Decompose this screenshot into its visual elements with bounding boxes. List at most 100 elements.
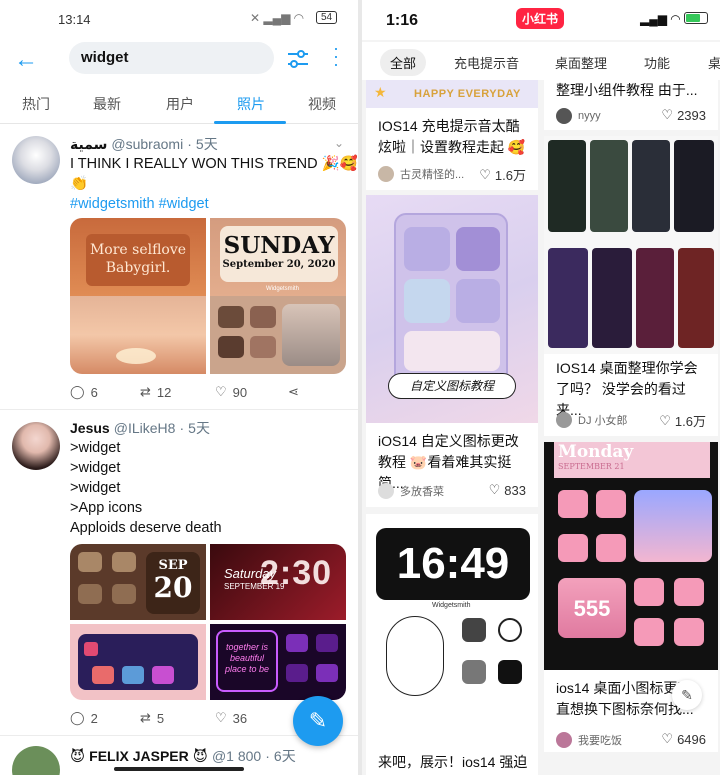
devil-emoji-icon: 😈: [70, 749, 86, 765]
note-title: 整理小组件教程 由于...: [556, 82, 698, 98]
tweet-media-grid[interactable]: SEP 20 2:30 Saturday SEPTEMBER 19 togeth…: [70, 544, 346, 700]
reply-button[interactable]: ◯ 6: [70, 384, 98, 400]
tweet-time: 5天: [195, 136, 218, 152]
tweet-item[interactable]: سمية @subraomi · 5天 ⌄ I THINK I REALLY W…: [0, 126, 358, 410]
media-image[interactable]: SUNDAY September 20, 2020 Widgetsmith: [210, 218, 346, 296]
like-count[interactable]: ♡ 833: [489, 482, 526, 498]
note-title: 来吧，展示！ios14 强迫: [378, 754, 528, 770]
back-arrow-icon[interactable]: ←: [12, 46, 40, 74]
reply-icon: ◯: [70, 710, 85, 725]
settings-icon: [462, 660, 486, 684]
star-icon: ★: [374, 84, 387, 100]
tab-all[interactable]: 全部: [380, 49, 427, 76]
note-card[interactable]: IOS14 桌面整理你学会了吗？ 没学会的看过来... DJ 小女郎 ♡ 1.6万: [544, 136, 718, 436]
tweet-media-grid[interactable]: More selflove Babygirl. SUNDAY September…: [70, 218, 346, 374]
share-button[interactable]: ⋖: [288, 384, 299, 400]
like-count[interactable]: ♡ 1.6万: [659, 411, 706, 430]
tiktok-app-icon: [674, 618, 704, 646]
note-card[interactable]: 16:49 Widgetsmith 来吧，展示！ios14 强迫: [366, 514, 538, 775]
note-author: 我要吃饭: [578, 735, 622, 747]
retweet-icon: ⇄: [140, 710, 151, 725]
taobao-app-icon: [634, 578, 664, 606]
author-handle: @subraomi: [111, 136, 184, 152]
status-time: 1:16: [386, 12, 419, 29]
media-image[interactable]: 2:30 Saturday SEPTEMBER 19: [210, 544, 346, 620]
like-count[interactable]: ♡ 1.6万: [479, 165, 526, 184]
note-card[interactable]: 整理小组件教程 由于... nyyy ♡ 2393: [544, 80, 718, 130]
camera-icon: [462, 618, 486, 642]
hashtag-link[interactable]: #widget: [159, 196, 209, 212]
widget-caption: Widgetsmith: [266, 286, 300, 292]
avatar[interactable]: [12, 746, 60, 775]
like-button[interactable]: ♡ 36: [215, 710, 247, 726]
heart-icon: ♡: [661, 731, 674, 746]
feather-plus-icon: ✎: [308, 708, 328, 733]
tab-more[interactable]: 桌: [708, 53, 720, 72]
category-tabs: 全部 充电提示音 桌面整理 功能 桌: [362, 42, 720, 80]
tab-photos[interactable]: 照片: [237, 94, 265, 114]
chevron-down-icon[interactable]: ⌄: [334, 136, 344, 150]
avatar: [556, 412, 572, 428]
author-name: Jesus: [70, 420, 110, 436]
media-image[interactable]: [210, 296, 346, 374]
media-image[interactable]: [70, 296, 206, 374]
heart-icon: ♡: [215, 710, 227, 725]
retweet-button[interactable]: ⇄ 12: [140, 384, 171, 400]
alipay-app-icon: [596, 534, 626, 562]
tweet-text: >widget: [70, 460, 121, 476]
tab-latest[interactable]: 最新: [93, 94, 121, 114]
devil-emoji-icon: 😈: [192, 749, 208, 765]
note-cover: 自定义图标教程: [366, 195, 538, 423]
media-image[interactable]: together is beautiful place to be: [210, 624, 346, 700]
dolphin-widget: [634, 490, 712, 562]
author-handle: @1 800: [211, 748, 262, 764]
avatar[interactable]: [12, 422, 60, 470]
like-count[interactable]: ♡ 6496: [661, 731, 706, 747]
tab-videos[interactable]: 视频: [308, 94, 336, 114]
media-image[interactable]: SEP 20: [70, 544, 206, 620]
tweet-text: >widget: [70, 480, 121, 496]
heart-icon: ♡: [659, 412, 671, 428]
reply-icon: ◯: [70, 384, 85, 399]
like-count[interactable]: ♡ 2393: [661, 107, 706, 123]
retweet-button[interactable]: ⇄ 5: [140, 710, 164, 726]
avatar: [556, 108, 572, 124]
tab-function[interactable]: 功能: [644, 53, 670, 72]
tweet-item[interactable]: Jesus @ILikeH8 · 5天 >widget >widget >wid…: [0, 410, 358, 736]
widget-quote: More selflove Babygirl.: [86, 234, 190, 286]
note-author: 多放香菜: [400, 486, 444, 498]
hashtag-link[interactable]: #widgetsmith: [70, 196, 155, 212]
media-image[interactable]: [70, 624, 206, 700]
cover-overlay-text: 自定义图标教程: [388, 373, 516, 399]
retweet-icon: ⇄: [140, 384, 151, 399]
reply-button[interactable]: ◯ 2: [70, 710, 98, 726]
tab-desktop-organize[interactable]: 桌面整理: [555, 53, 607, 72]
more-vertical-icon[interactable]: · · ·: [333, 39, 339, 73]
heart-icon: ♡: [215, 384, 227, 399]
tab-charging-sound[interactable]: 充电提示音: [454, 53, 519, 72]
media-image[interactable]: More selflove Babygirl.: [70, 218, 206, 296]
tab-users[interactable]: 用户: [166, 94, 194, 114]
note-author: DJ 小女郎: [578, 415, 628, 427]
tweet-actions: ◯ 6 ⇄ 12 ♡ 90 ⋖: [70, 384, 340, 406]
avatar[interactable]: [12, 136, 60, 184]
like-button[interactable]: ♡ 90: [215, 384, 247, 400]
note-cover: ★ HAPPY EVERYDAY: [366, 80, 538, 108]
grid-icon: [498, 660, 522, 684]
tweet-text: I THINK I REALLY WON THIS TREND 🎉🥰: [70, 156, 358, 172]
tweet-text: >App icons: [70, 500, 143, 516]
neon-widget: together is beautiful place to be: [216, 630, 278, 692]
edit-note-icon[interactable]: ✎: [672, 680, 702, 710]
tweet-time: 5天: [188, 420, 210, 436]
search-input[interactable]: widget: [69, 42, 274, 74]
tab-hot[interactable]: 热门: [22, 94, 50, 114]
note-cover: Monday SEPTEMBER 21 555: [544, 442, 718, 670]
note-card[interactable]: 自定义图标教程 iOS14 自定义图标更改教程 🐷看着难其实挺简... 多放香菜…: [366, 195, 538, 507]
share-icon: ⋖: [288, 384, 299, 399]
compose-tweet-button[interactable]: ✎: [293, 696, 343, 746]
filter-icon[interactable]: [286, 48, 310, 70]
tweet-time: 6天: [273, 748, 296, 764]
weibo-app-icon: [674, 578, 704, 606]
author-name: FELIX JASPER: [89, 748, 189, 764]
note-card[interactable]: ★ HAPPY EVERYDAY IOS14 充电提示音太酷炫啦｜设置教程走起 …: [366, 80, 538, 190]
